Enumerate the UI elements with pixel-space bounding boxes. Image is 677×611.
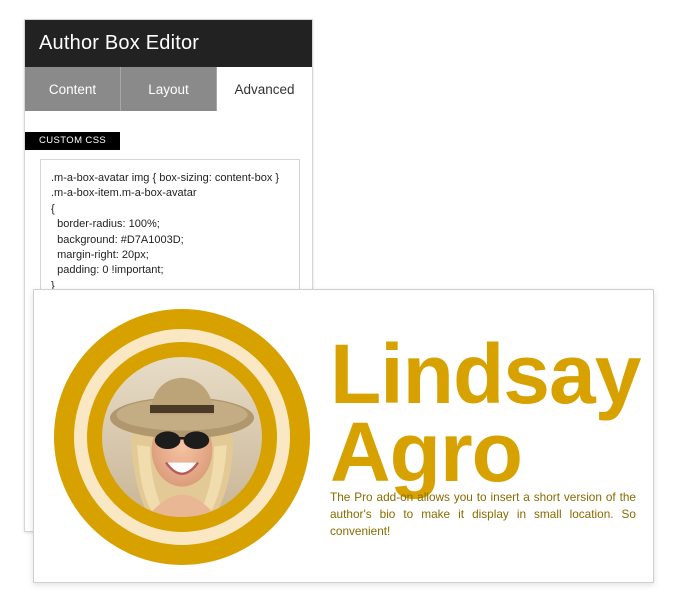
editor-title: Author Box Editor: [25, 20, 312, 67]
avatar-inner-ring: [87, 342, 277, 532]
author-box-preview: Lindsay Agro The Pro add-on allows you t…: [33, 289, 654, 583]
tab-layout[interactable]: Layout: [120, 67, 216, 111]
avatar-outer-ring: [54, 309, 310, 565]
author-first-name: Lindsay: [330, 327, 641, 421]
custom-css-label: CUSTOM CSS: [25, 132, 121, 150]
tab-content[interactable]: Content: [25, 67, 120, 111]
author-last-name: Agro: [330, 405, 523, 499]
editor-tabs: Content Layout Advanced: [25, 67, 312, 111]
author-name: Lindsay Agro: [330, 327, 641, 499]
tab-advanced[interactable]: Advanced: [216, 67, 312, 111]
custom-css-code: .m-a-box-avatar img { box-sizing: conten…: [51, 172, 280, 292]
avatar-light-ring: [74, 329, 290, 545]
author-bio: The Pro add-on allows you to insert a sh…: [330, 490, 636, 538]
author-avatar-photo: [102, 357, 262, 517]
